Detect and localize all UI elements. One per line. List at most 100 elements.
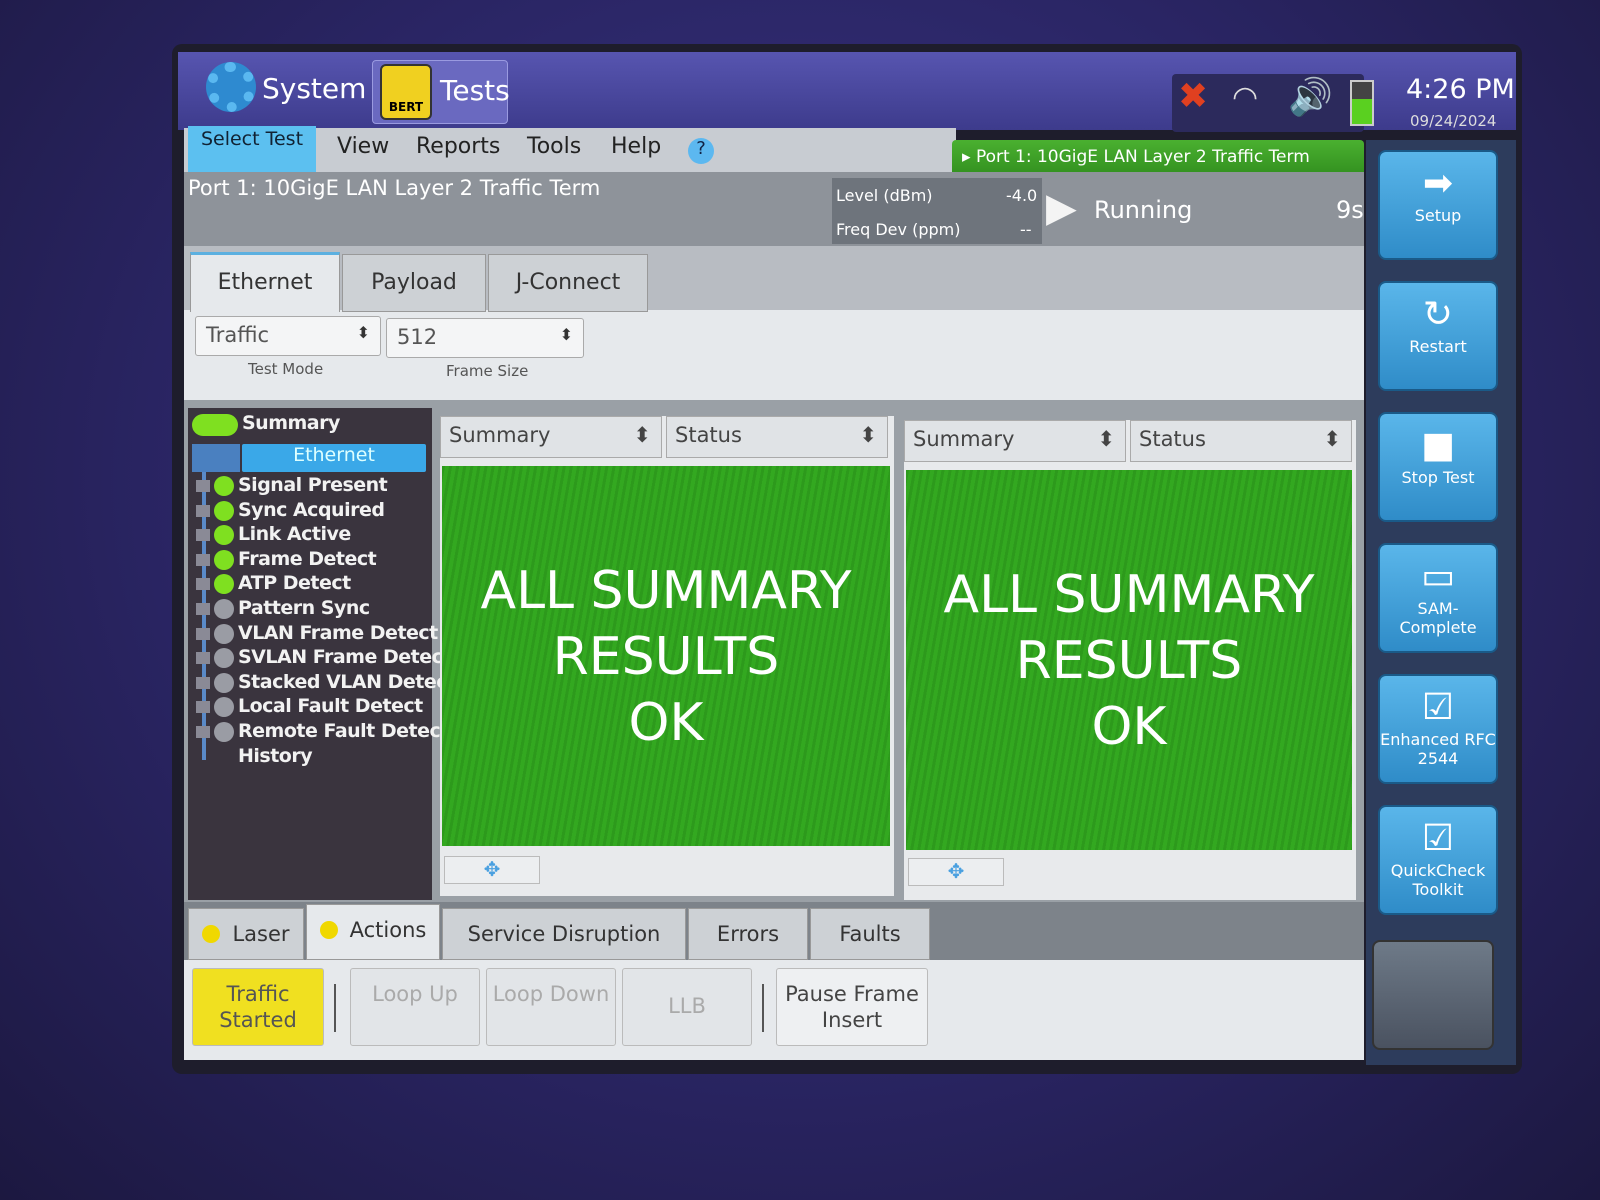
empty-side-button [1372,940,1494,1050]
menu-view[interactable]: View [337,134,389,159]
tree-item[interactable]: VLAN Frame Detect [238,622,438,644]
test-mode-label: Test Mode [248,360,324,378]
wifi-icon[interactable]: ◠ [1232,80,1258,115]
tree-item[interactable]: Local Fault Detect [238,695,423,717]
tree-item[interactable]: SVLAN Frame Detect [238,646,451,668]
category-value: Status [1139,427,1206,451]
tree-item[interactable]: Sync Acquired [238,499,385,521]
side-button-label: Enhanced RFC 2544 [1380,730,1496,768]
tab-j-connect[interactable]: J-Connect [488,254,648,312]
tree-expander[interactable] [196,529,210,542]
result-pane-left: Summary ⬍ Status ⬍ ALL SUMMARY RESULTS OK ✥ [440,416,894,896]
menu-tools[interactable]: Tools [527,134,581,159]
elapsed-time: 9s [1336,196,1364,224]
loop-down-button[interactable]: Loop Down [486,968,616,1046]
tree-summary[interactable]: Summary [242,412,340,434]
tree-group-ethernet[interactable]: Ethernet [242,444,426,472]
side-button-label: Setup [1414,206,1462,225]
test-mode-value: Traffic [206,323,270,347]
side-button-label: Stop Test [1401,468,1475,487]
speaker-icon[interactable]: 🔊 [1288,76,1333,118]
traffic-started-button[interactable]: Traffic Started [192,968,324,1046]
tests-label[interactable]: Tests [440,74,510,107]
tree-item[interactable]: Remote Fault Detect [238,720,449,742]
tree-item[interactable]: Signal Present [238,474,388,496]
status-led-icon [214,672,234,693]
freq-value: -- [1020,220,1032,239]
level-value: -4.0 [1006,186,1038,205]
bert-icon: BERT [380,64,432,120]
tree-expander[interactable] [196,676,210,689]
frame-size-select[interactable]: 512 ⬍ [386,318,584,358]
tree-item[interactable]: Link Active [238,523,351,545]
tab-laser[interactable]: Laser [188,908,304,960]
llb-button[interactable]: LLB [622,968,752,1046]
tree-expander[interactable] [196,603,210,615]
battery-icon[interactable] [1350,80,1374,126]
side-button-quickcheck-toolkit[interactable]: ☑ QuickCheck Toolkit [1378,805,1498,915]
menu-reports[interactable]: Reports [416,134,500,159]
summary-status: ALL SUMMARY RESULTS OK [906,470,1352,850]
test-mode-select[interactable]: Traffic ⬍ [195,316,381,356]
laser-led [202,925,221,943]
side-button-label: QuickCheck Toolkit [1390,861,1486,899]
spinner-icon: ⬍ [356,323,370,342]
status-line: OK [628,693,704,753]
side-button-enhanced-rfc-2544[interactable]: ☑ Enhanced RFC 2544 [1378,674,1498,784]
tab-faults[interactable]: Faults [810,908,930,960]
group-select[interactable]: Summary ⬍ [904,420,1126,462]
frame-size-value: 512 [397,325,438,349]
tree-item[interactable]: Stacked VLAN Detect [238,671,456,693]
restart-icon: ↻ [1422,294,1454,335]
tree-expander[interactable] [196,701,210,714]
tree-expander[interactable] [196,553,210,566]
menu-help[interactable]: Help [611,134,661,159]
tree-expander[interactable] [196,652,210,665]
category-value: Status [675,423,742,447]
tree-item[interactable]: ATP Detect [238,572,351,594]
pause-frame-insert-button[interactable]: Pause Frame Insert [776,968,928,1046]
tree-expander[interactable] [196,578,210,591]
status-line: ALL SUMMARY [943,565,1315,625]
stop-icon: ■ [1420,425,1455,466]
move-icon[interactable]: ✥ [908,858,1004,886]
result-pane-right: Summary ⬍ Status ⬍ ALL SUMMARY RESULTS OK ✥ [904,420,1356,900]
loop-up-button[interactable]: Loop Up [350,968,480,1046]
tree-expander[interactable] [196,726,210,738]
tab-service-disruption[interactable]: Service Disruption [442,908,686,960]
tab-actions[interactable]: Actions [306,904,440,960]
side-button-stop-test[interactable]: ■ Stop Test [1378,412,1498,522]
category-select[interactable]: Status ⬍ [666,416,888,458]
status-led-icon [214,500,234,521]
tree-expander[interactable] [196,480,210,492]
tab-errors[interactable]: Errors [688,908,808,960]
summary-status: ALL SUMMARY RESULTS OK [442,466,890,846]
tree-history[interactable]: History [238,745,313,767]
tab-payload[interactable]: Payload [342,254,486,312]
spinner-icon: ⬍ [559,325,573,344]
tree-expander[interactable] [196,504,210,517]
system-button[interactable]: System [262,72,366,105]
clock-time: 4:26 PM [1406,74,1515,105]
run-status: Running [1094,196,1193,224]
category-select[interactable]: Status ⬍ [1130,420,1352,462]
side-button-setup[interactable]: ➡ Setup [1378,150,1498,260]
tree-item[interactable]: Frame Detect [238,548,377,570]
spinner-icon: ⬍ [1323,427,1341,451]
spinner-icon: ⬍ [859,423,877,447]
gear-icon[interactable] [206,62,256,112]
move-icon[interactable]: ✥ [444,856,540,884]
tab-ethernet[interactable]: Ethernet [190,252,340,312]
status-line: RESULTS [1015,631,1243,691]
select-test-button[interactable]: Select Test [188,126,316,172]
checkbox-plus-icon: ☑ [1421,687,1455,728]
side-button-restart[interactable]: ↻ Restart [1378,281,1498,391]
side-button-sam-complete[interactable]: ▭ SAM-Complete [1378,543,1498,653]
group-select[interactable]: Summary ⬍ [440,416,662,458]
tree-expander[interactable] [196,627,210,640]
cloud-disconnected-icon[interactable]: ✖ [1178,76,1208,117]
status-line: ALL SUMMARY [480,561,852,621]
question-icon[interactable]: ? [688,138,714,164]
tree-item[interactable]: Pattern Sync [238,597,370,619]
status-led-icon [214,599,234,619]
